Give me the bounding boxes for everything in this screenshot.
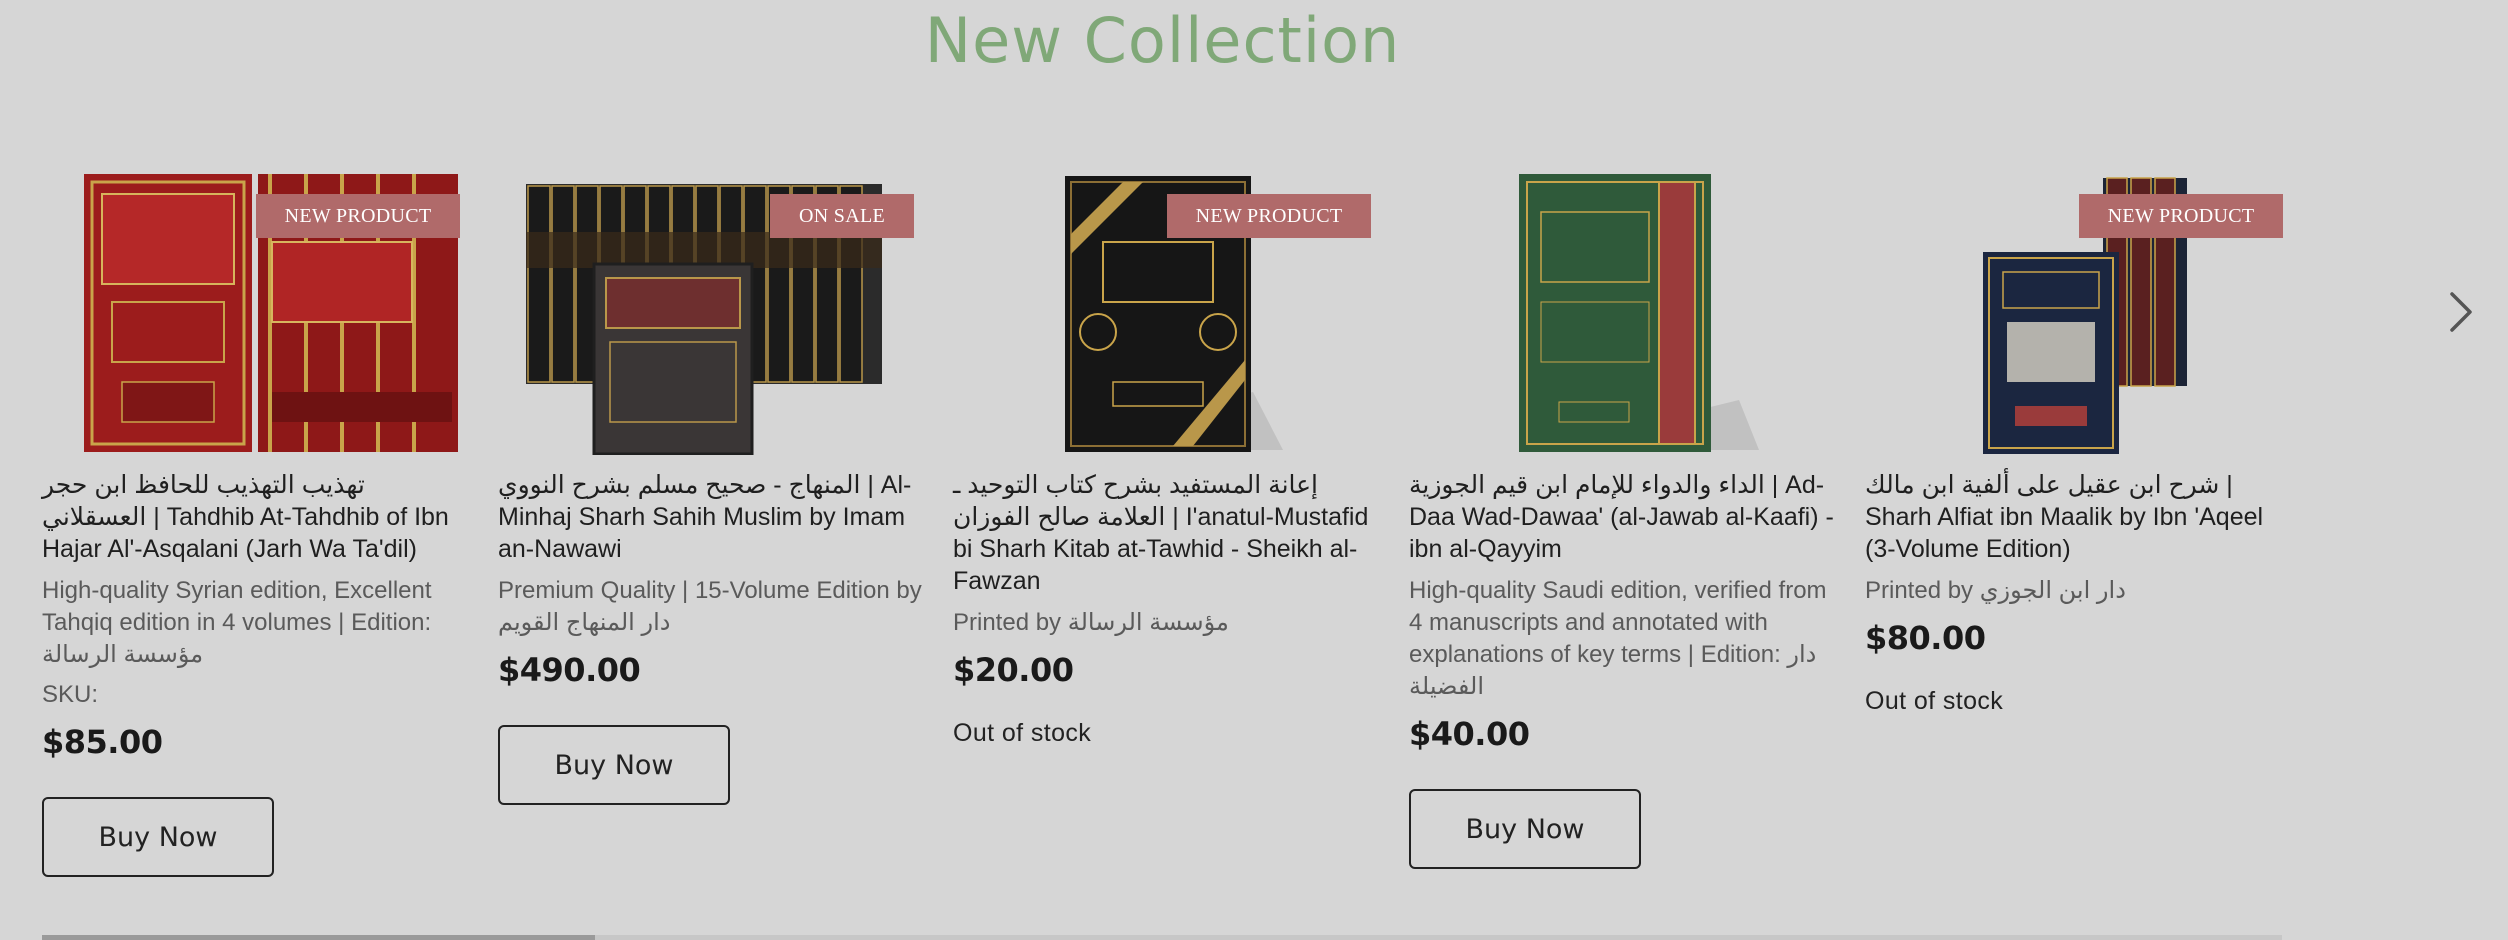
product-price: $20.00 bbox=[953, 651, 1074, 689]
product-ribbon: NEW PRODUCT bbox=[2079, 194, 2283, 238]
product-description: High-quality Syrian edition, Excellent T… bbox=[42, 577, 432, 668]
product-image[interactable]: NEW PRODUCT bbox=[1865, 172, 2290, 455]
product-description: High-quality Saudi edition, verified fro… bbox=[1409, 577, 1827, 700]
scrollbar-thumb[interactable] bbox=[42, 935, 595, 940]
stock-status: Out of stock bbox=[953, 719, 1092, 747]
product-name[interactable]: تهذيب التهذيب للحافظ ابن حجر العسقلاني |… bbox=[42, 469, 467, 565]
product-description: Premium Quality | 15-Volume Edition by د… bbox=[498, 577, 922, 636]
product-price: $40.00 bbox=[1409, 715, 1530, 753]
product-image[interactable]: ON SALE bbox=[498, 172, 923, 455]
stock-status: Out of stock bbox=[1865, 687, 2004, 715]
product-price: $85.00 bbox=[42, 723, 163, 761]
buy-now-button[interactable]: Buy Now bbox=[498, 725, 730, 805]
product-name[interactable]: المنهاج - صحيح مسلم بشرح النووي | Al-Min… bbox=[498, 469, 923, 565]
buy-now-button[interactable]: Buy Now bbox=[1409, 789, 1641, 869]
product-ribbon: ON SALE bbox=[770, 194, 914, 238]
chevron-right-icon[interactable] bbox=[2446, 288, 2476, 336]
product-image[interactable]: NEW PRODUCT bbox=[953, 172, 1378, 455]
product-card[interactable]: الداء والدواء للإمام ابن قيم الجوزية | A… bbox=[1409, 172, 1834, 869]
product-card[interactable]: NEW PRODUCT إعانة المستفيد بشرح كتاب الت… bbox=[953, 172, 1378, 748]
product-ribbon: NEW PRODUCT bbox=[256, 194, 460, 238]
product-card[interactable]: ON SALE المنهاج - صحيح مسلم بشرح النووي … bbox=[498, 172, 923, 805]
product-name[interactable]: شرح ابن عقيل على ألفية ابن مالك | Sharh … bbox=[1865, 469, 2290, 565]
product-price: $490.00 bbox=[498, 651, 641, 689]
book-cover-image bbox=[1519, 174, 1759, 452]
product-description: Printed by مؤسسة الرسالة bbox=[953, 609, 1229, 636]
product-description: Printed by دار ابن الجوزي bbox=[1865, 577, 2126, 604]
product-card[interactable]: NEW PRODUCT شرح ابن عقيل على ألفية ابن م… bbox=[1865, 172, 2290, 716]
product-image[interactable]: NEW PRODUCT bbox=[42, 172, 467, 455]
product-name[interactable]: إعانة المستفيد بشرح كتاب التوحيد ـ العلا… bbox=[953, 469, 1378, 597]
buy-now-button[interactable]: Buy Now bbox=[42, 797, 274, 877]
product-sku: SKU: bbox=[42, 681, 99, 708]
product-price: $80.00 bbox=[1865, 619, 1986, 657]
product-image[interactable] bbox=[1409, 172, 1834, 455]
section-title: New Collection bbox=[924, 4, 1401, 77]
product-name[interactable]: الداء والدواء للإمام ابن قيم الجوزية | A… bbox=[1409, 469, 1834, 565]
carousel-scrollbar[interactable] bbox=[42, 935, 2282, 940]
product-card[interactable]: NEW PRODUCT تهذيب التهذيب للحافظ ابن حجر… bbox=[42, 172, 467, 877]
product-ribbon: NEW PRODUCT bbox=[1167, 194, 1371, 238]
